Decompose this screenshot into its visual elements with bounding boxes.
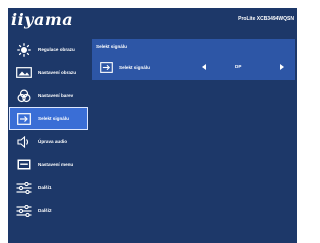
input-select-row[interactable]: Selekt signálu DP — [95, 60, 292, 74]
sliders-icon — [15, 181, 33, 195]
sidebar-item-extra1[interactable]: Další1 — [10, 177, 87, 198]
sidebar-item-audio[interactable]: Úprava audio — [10, 131, 87, 152]
input-signal-icon — [99, 61, 113, 73]
sidebar: Regulace obrazu Nastavení obrazu Nastave… — [9, 39, 88, 223]
sidebar-item-menu-settings[interactable]: Nastavení menu — [10, 154, 87, 175]
osd-menu: iiyama ProLite XCB3494WQSN Regulace obra… — [8, 8, 297, 243]
brightness-icon — [15, 42, 33, 57]
model-name: ProLite XCB3494WQSN — [238, 16, 294, 22]
menu-settings-icon — [15, 158, 33, 172]
input-select-value: DP — [235, 64, 242, 69]
sidebar-item-extra2[interactable]: Další2 — [10, 200, 87, 221]
sidebar-item-label: Nastavení obrazu — [38, 70, 77, 75]
arrow-left-icon[interactable] — [202, 64, 206, 70]
input-select-label: Selekt signálu — [119, 64, 150, 70]
sidebar-item-picture-settings[interactable]: Nastavení obrazu — [10, 62, 87, 83]
sidebar-item-label: Další2 — [38, 208, 52, 213]
panel-title: Selekt signálu — [96, 44, 127, 49]
sidebar-item-picture-adjust[interactable]: Regulace obrazu — [10, 39, 87, 60]
settings-panel: Selekt signálu Selekt signálu DP — [92, 39, 295, 80]
osd-header: iiyama ProLite XCB3494WQSN — [8, 8, 297, 38]
picture-icon — [15, 66, 33, 80]
sidebar-item-input-select[interactable]: Selekt signálu — [9, 107, 88, 130]
brand-logo: iiyama — [11, 10, 74, 29]
color-palette-icon — [15, 88, 33, 103]
sidebar-item-label: Regulace obrazu — [38, 47, 75, 52]
sidebar-item-label: Nastavení barev — [38, 93, 74, 98]
input-signal-icon — [15, 112, 33, 126]
arrow-right-icon[interactable] — [280, 64, 284, 70]
sidebar-item-label: Úprava audio — [38, 139, 68, 144]
sidebar-item-label: Selekt signálu — [38, 116, 69, 121]
sliders-icon — [15, 204, 33, 218]
sidebar-item-color-settings[interactable]: Nastavení barev — [10, 85, 87, 106]
sidebar-item-label: Nastavení menu — [38, 162, 74, 167]
speaker-icon — [15, 135, 33, 149]
sidebar-item-label: Další1 — [38, 185, 52, 190]
